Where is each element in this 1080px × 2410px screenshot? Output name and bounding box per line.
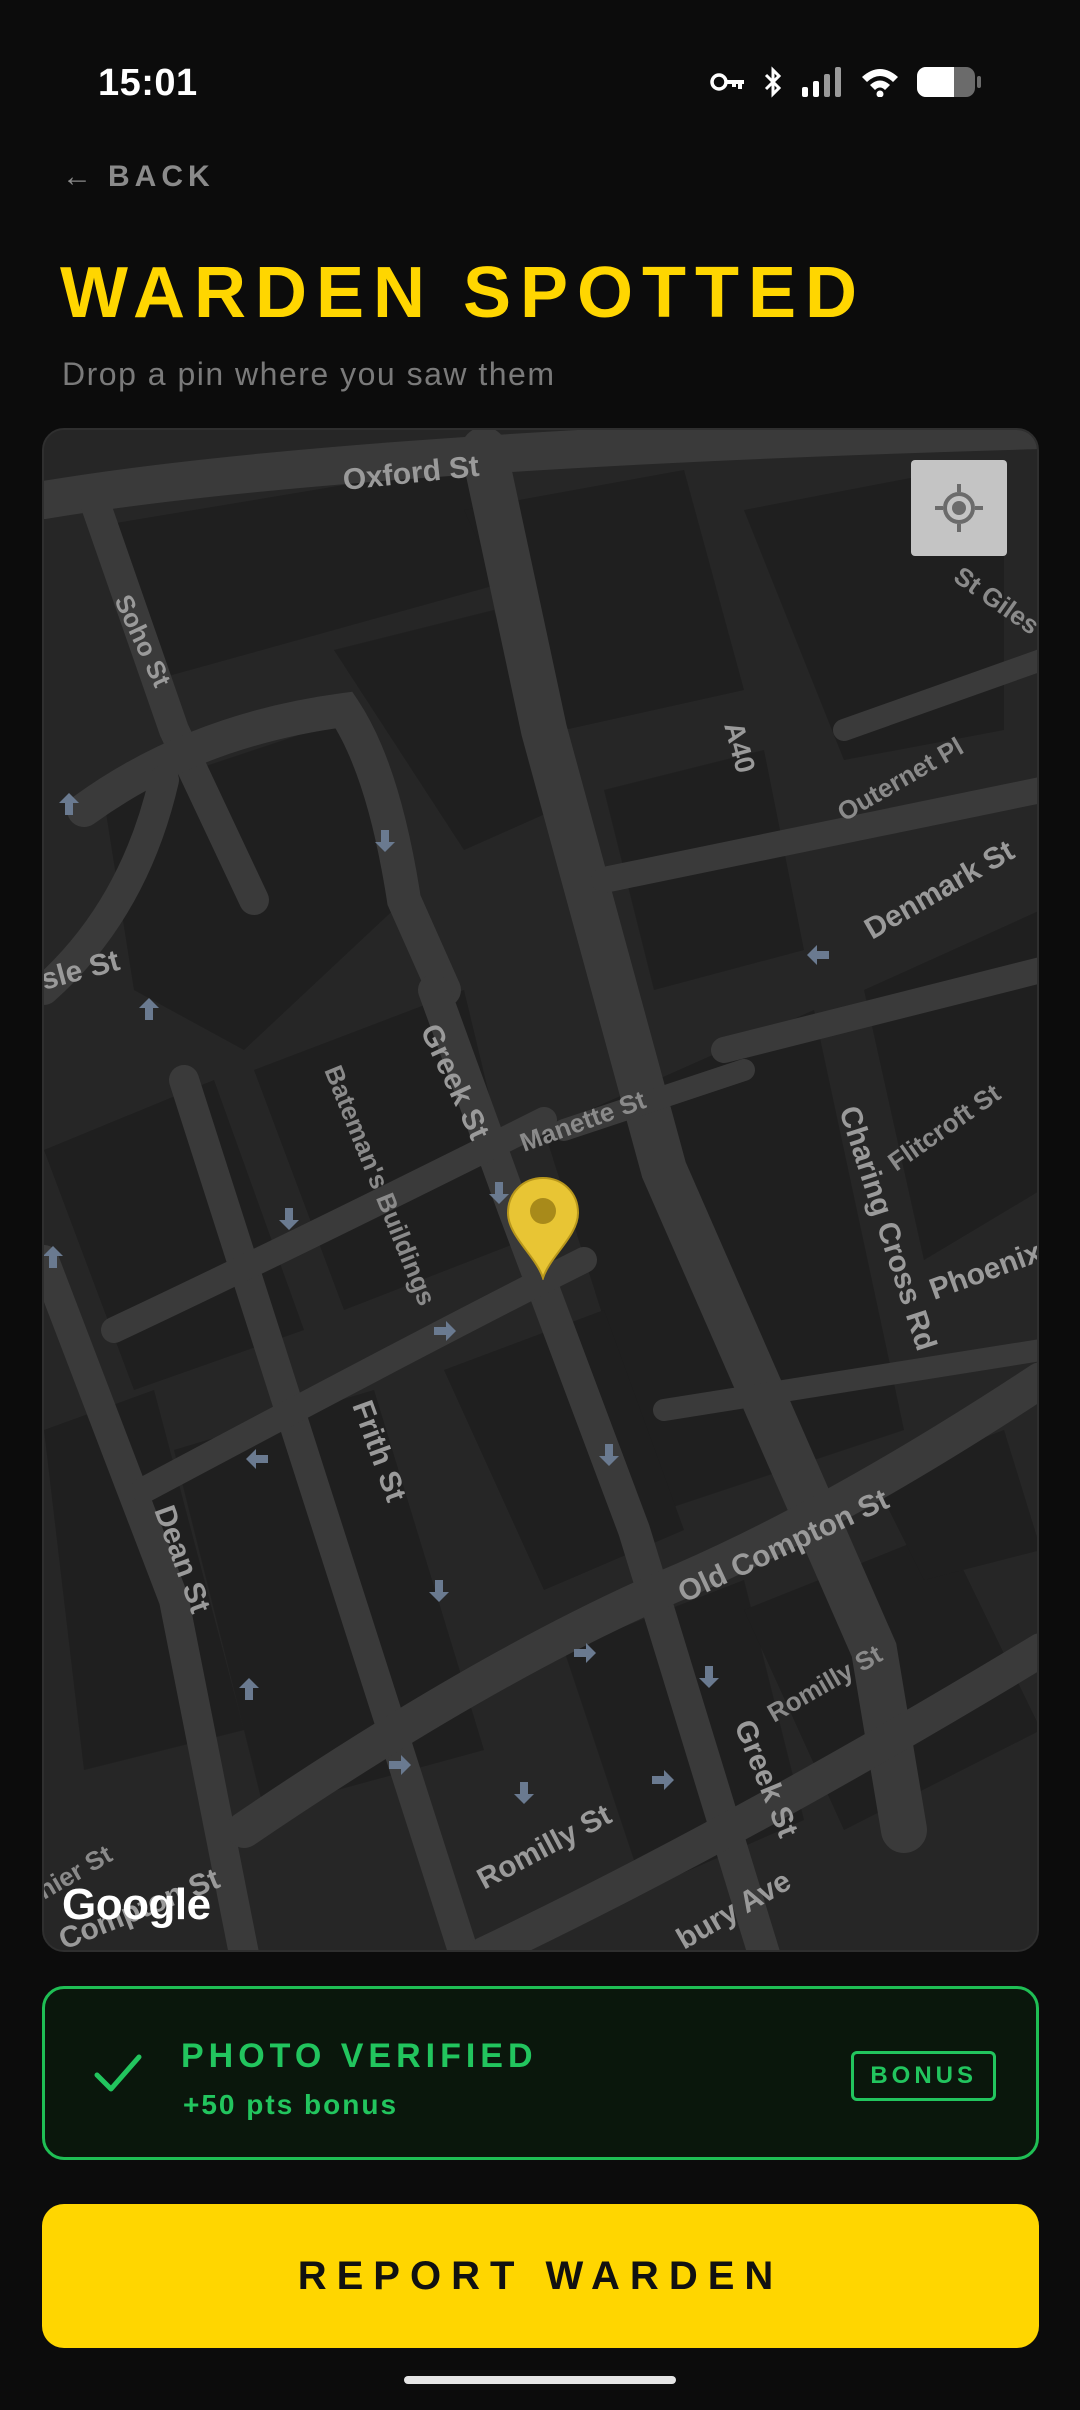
- status-bar: 15:01: [0, 0, 1080, 120]
- status-icons: [710, 66, 982, 98]
- location-pin-icon[interactable]: [506, 1176, 580, 1285]
- page-title: WARDEN SPOTTED: [60, 253, 867, 333]
- signal-icon: [800, 67, 844, 97]
- vpn-key-icon: [710, 70, 746, 94]
- back-arrow-icon: ←: [62, 160, 92, 193]
- page-subtitle: Drop a pin where you saw them: [62, 356, 556, 392]
- wifi-icon: [860, 67, 900, 97]
- bonus-badge: BONUS: [851, 2051, 996, 2101]
- home-indicator[interactable]: [404, 2376, 676, 2384]
- status-time: 15:01: [98, 62, 198, 104]
- verified-title: PHOTO VERIFIED: [181, 2037, 538, 2075]
- crosshair-icon: [935, 484, 983, 532]
- google-attribution: Google: [62, 1880, 211, 1929]
- battery-icon: [916, 66, 982, 98]
- my-location-button[interactable]: [911, 460, 1007, 556]
- map-view[interactable]: Oxford St Soho St A40 St Giles Outernet …: [42, 428, 1039, 1952]
- back-button[interactable]: ← BACK: [62, 160, 215, 194]
- photo-verified-card: PHOTO VERIFIED +50 pts bonus BONUS: [42, 1986, 1039, 2160]
- check-icon: [94, 2054, 142, 2092]
- bluetooth-icon: [762, 66, 784, 98]
- report-warden-button[interactable]: REPORT WARDEN: [42, 2204, 1039, 2348]
- verified-bonus-text: +50 pts bonus: [183, 2089, 399, 2120]
- back-label: BACK: [108, 160, 215, 193]
